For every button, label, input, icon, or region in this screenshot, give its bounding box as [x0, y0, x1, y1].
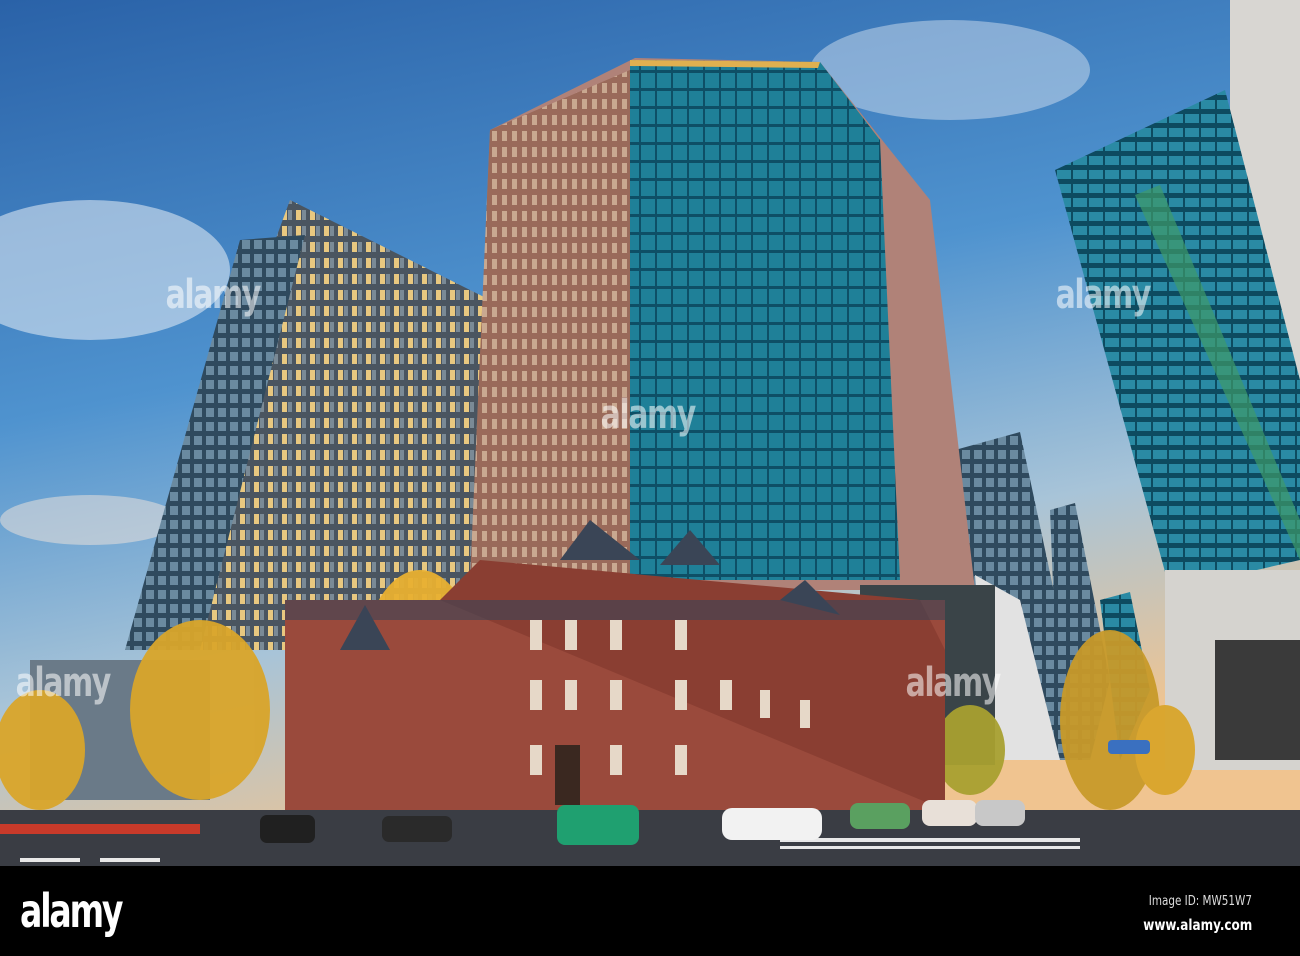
footer-bar: alamy Image ID: MW51W7 www.alamy.com [0, 866, 1300, 956]
site-url: www.alamy.com [1142, 916, 1252, 934]
watermark: alamy [15, 660, 112, 706]
watermark: alamy [600, 392, 697, 438]
stock-photo-frame: alamy alamy alamy alamy alamy alamy Imag… [0, 0, 1300, 956]
route-sign [1108, 740, 1150, 754]
barriers [0, 824, 200, 834]
watermark: alamy [905, 660, 1002, 706]
alamy-logo: alamy [20, 884, 124, 938]
watermark: alamy [1055, 272, 1152, 318]
image-id: Image ID: MW51W7 [1148, 894, 1252, 909]
watermark: alamy [165, 272, 262, 318]
cloud [0, 495, 180, 545]
road [0, 810, 1300, 866]
